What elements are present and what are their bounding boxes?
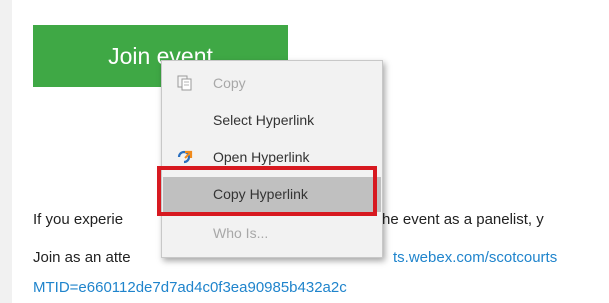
attendee-link[interactable]: ts.webex.com/scotcourts <box>393 249 557 266</box>
attendee-prefix: Join as an atte <box>33 249 131 266</box>
menu-label-who-is: Who Is... <box>213 225 269 241</box>
menu-item-select-hyperlink[interactable]: Select Hyperlink <box>163 103 381 138</box>
experience-text-start: If you experie <box>33 211 124 228</box>
meeting-id-link[interactable]: MTID=e660112de7d7ad4c0f3ea90985b432a2c <box>33 279 347 296</box>
highlight-annotation <box>157 166 377 216</box>
experience-text-end: he event as a panelist, y <box>382 211 544 228</box>
menu-item-who-is[interactable]: Who Is... <box>163 216 381 251</box>
menu-item-copy[interactable]: Copy <box>163 66 381 101</box>
menu-label-open-hyperlink: Open Hyperlink <box>213 149 310 165</box>
context-menu: Copy Select Hyperlink Open Hyperlink Cop… <box>161 60 383 258</box>
menu-label-copy: Copy <box>213 75 246 91</box>
menu-label-select-hyperlink: Select Hyperlink <box>213 112 315 128</box>
copy-icon <box>176 75 194 91</box>
open-hyperlink-icon <box>176 149 194 165</box>
